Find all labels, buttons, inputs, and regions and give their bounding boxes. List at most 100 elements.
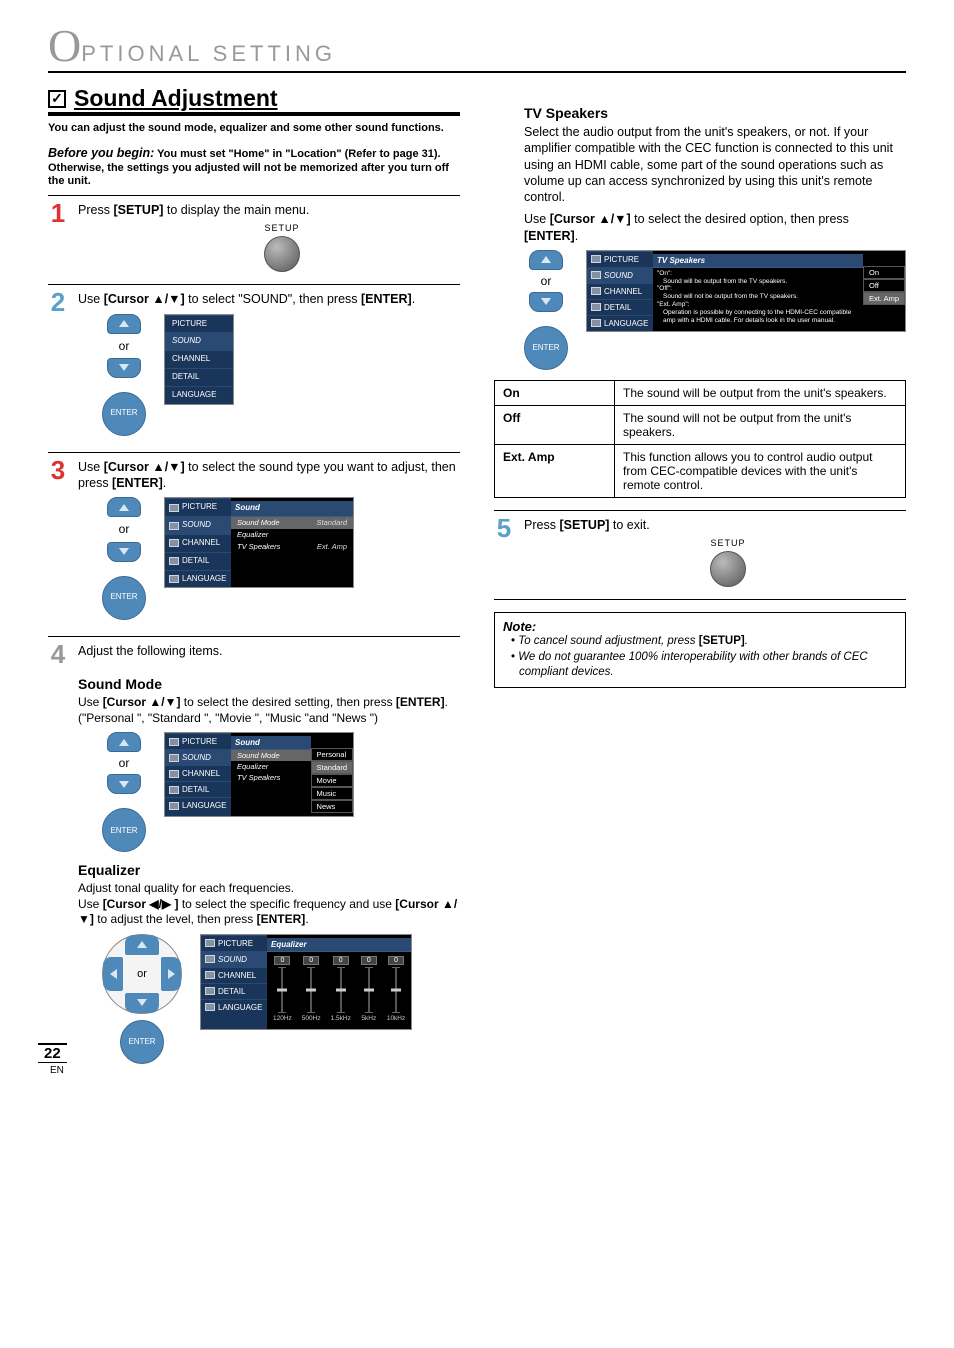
tv-speakers-p1: Select the audio output from the unit's … — [524, 124, 906, 205]
cursor-down-icon — [529, 292, 563, 312]
cursor-up-icon — [107, 732, 141, 752]
picture-icon — [169, 504, 179, 512]
tv-speakers-title: TV Speakers — [524, 105, 906, 121]
eq-l2b: to select the specific frequency and use — [178, 897, 395, 911]
tvs-p2key2: [ENTER] — [524, 229, 575, 243]
remote-updown-enter-3: or ENTER — [102, 732, 146, 852]
osd-options-tvspeakers: On Off Ext. Amp — [863, 266, 905, 328]
note-item-2: We do not guarantee 100% interoperabilit… — [511, 650, 897, 680]
sm-l2: ("Personal ", "Standard ", "Movie ", "Mu… — [78, 711, 460, 727]
step-number-3: 3 — [48, 459, 68, 482]
cursor-down-icon — [107, 542, 141, 562]
detail-icon — [205, 987, 215, 995]
enter-button-icon: ENTER — [102, 576, 146, 620]
eq-l2a: Use — [78, 897, 103, 911]
channel-icon — [169, 770, 179, 778]
step5-post: to exit. — [609, 518, 649, 532]
sm-l1key2: [ENTER] — [396, 695, 445, 709]
or-label: or — [137, 968, 147, 980]
step2-post: . — [412, 292, 415, 306]
note-title: Note: — [503, 619, 897, 634]
tv-ext-val: This function allows you to control audi… — [615, 444, 906, 497]
osd-options-soundmode: Personal Standard Movie Music News — [311, 748, 353, 813]
remote-updown-enter-2: or ENTER — [102, 497, 146, 619]
cursor-up-icon — [529, 250, 563, 270]
or-label: or — [119, 338, 130, 354]
sm-l1c: . — [445, 695, 448, 709]
step5-key: [SETUP] — [559, 518, 609, 532]
osd-menu-step2: PICTURE SOUND CHANNEL DETAIL LANGUAGE — [164, 314, 234, 405]
step3-key: [Cursor ▲/▼] — [104, 460, 185, 474]
cursor-up-icon — [107, 314, 141, 334]
step3-pre: Use — [78, 460, 104, 474]
cursor-down-icon — [125, 993, 159, 1013]
cursor-down-icon — [107, 774, 141, 794]
section-title-row: ✓ Sound Adjustment — [48, 85, 460, 116]
cursor-down-icon — [107, 358, 141, 378]
table-row: Off The sound will not be output from th… — [495, 405, 906, 444]
tvs-p2c: . — [575, 229, 578, 243]
equalizer-chart: 0120Hz 0500Hz 01.5kHz 05kHz 010kHz — [267, 952, 411, 1026]
before-you-begin-label: Before you begin: — [48, 146, 154, 160]
eq-l1: Adjust tonal quality for each frequencie… — [78, 881, 460, 897]
step3-post: . — [163, 476, 166, 490]
step-1: 1 Press [SETUP] to display the main menu… — [48, 202, 460, 278]
osd-tvspeakers: PICTURE SOUND CHANNEL DETAIL LANGUAGE TV… — [586, 250, 906, 332]
language-icon — [205, 1003, 215, 1011]
note-item-1: To cancel sound adjustment, press [SETUP… — [511, 634, 897, 649]
osd-equalizer: PICTURE SOUND CHANNEL DETAIL LANGUAGE Eq… — [200, 934, 412, 1030]
sound-icon — [591, 271, 601, 279]
picture-icon — [591, 255, 601, 263]
section-intro: You can adjust the sound mode, equalizer… — [48, 122, 460, 136]
language-icon — [169, 575, 179, 583]
sound-icon — [169, 522, 179, 530]
remote-updown-enter: or ENTER — [102, 314, 146, 436]
tv-on-key: On — [495, 380, 615, 405]
detail-icon — [169, 786, 179, 794]
section-title: Sound Adjustment — [74, 85, 278, 112]
osd-header-sound: Sound — [231, 501, 353, 517]
header-title-text: PTIONAL SETTING — [81, 41, 336, 67]
language-icon — [591, 319, 601, 327]
step1-post: to display the main menu. — [163, 203, 309, 217]
tvs-p2b: to select the desired option, then press — [631, 212, 849, 226]
step1-key: [SETUP] — [113, 203, 163, 217]
equalizer-title: Equalizer — [78, 862, 460, 878]
step2-pre: Use — [78, 292, 104, 306]
step-number-4: 4 — [48, 643, 68, 666]
tv-off-val: The sound will not be output from the un… — [615, 405, 906, 444]
tv-ext-key: Ext. Amp — [495, 444, 615, 497]
enter-button-icon: ENTER — [102, 392, 146, 436]
header-dropcap: O — [48, 30, 81, 62]
detail-icon — [169, 557, 179, 565]
setup-label: SETUP — [264, 222, 299, 234]
page-number: 22 EN — [38, 1045, 67, 1076]
step2-key: [Cursor ▲/▼] — [104, 292, 185, 306]
step-number-5: 5 — [494, 517, 514, 540]
sm-l1key: [Cursor ▲/▼] — [103, 695, 181, 709]
step-5: 5 Press [SETUP] to exit. SETUP — [494, 517, 906, 593]
sound-icon — [205, 955, 215, 963]
sm-l1a: Use — [78, 695, 103, 709]
page-header: O PTIONAL SETTING — [48, 30, 906, 73]
note-box: Note: To cancel sound adjustment, press … — [494, 612, 906, 688]
step-3: 3 Use [Cursor ▲/▼] to select the sound t… — [48, 459, 460, 630]
osd-sound-step3: PICTURE SOUND CHANNEL DETAIL LANGUAGE So… — [164, 497, 354, 588]
checkbox-icon: ✓ — [48, 90, 66, 108]
cursor-left-icon — [103, 957, 123, 991]
channel-icon — [169, 539, 179, 547]
eq-l2c: to adjust the level, then press — [94, 912, 257, 926]
tv-off-key: Off — [495, 405, 615, 444]
tv-speakers-table: On The sound will be output from the uni… — [494, 380, 906, 498]
step2-mid: to select "SOUND", then press — [185, 292, 361, 306]
or-label: or — [119, 521, 130, 537]
or-label: or — [541, 274, 552, 288]
dpad-icon: or — [102, 934, 182, 1014]
language-icon — [169, 802, 179, 810]
step5-pre: Press — [524, 518, 559, 532]
detail-icon — [591, 303, 601, 311]
remote-dpad-enter: or ENTER — [102, 934, 182, 1064]
step3-key2: [ENTER] — [112, 476, 163, 490]
eq-l2d: . — [305, 912, 308, 926]
sm-l1b: to select the desired setting, then pres… — [180, 695, 395, 709]
